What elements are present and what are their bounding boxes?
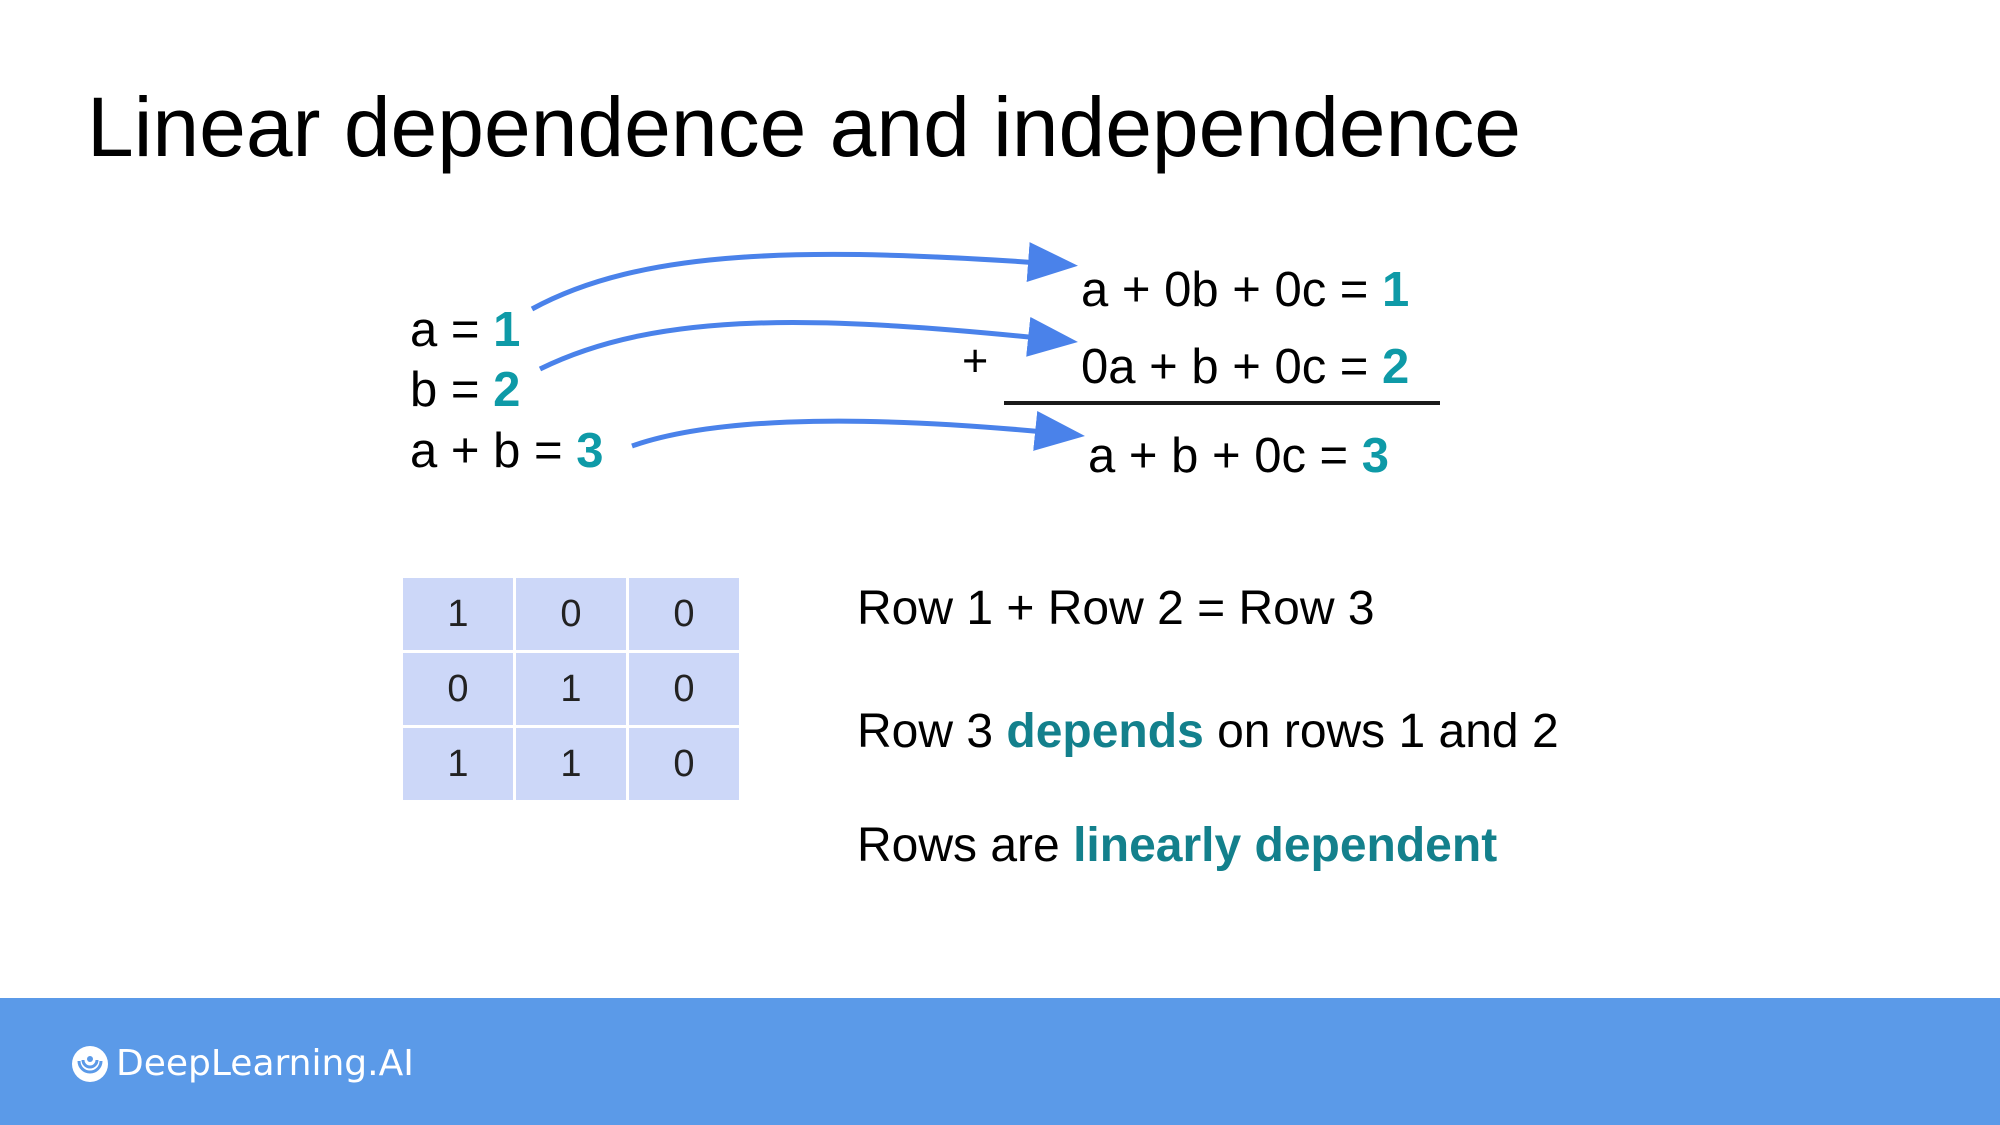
- matrix-cell: 1: [400, 575, 516, 653]
- arrow-right-curved-icon: [631, 411, 1085, 451]
- matrix-cell: 0: [626, 650, 742, 728]
- statement-text: on rows 1 and 2: [1203, 705, 1559, 758]
- deeplearning-logo-icon: [72, 1046, 108, 1082]
- matrix: 1 0 0 0 1 0 1 1 0: [400, 575, 742, 803]
- matrix-row: 0 1 0: [400, 650, 742, 728]
- matrix-cell: 1: [513, 650, 629, 728]
- depends-highlight: depends: [1006, 705, 1204, 758]
- arrows-layer: [530, 242, 1085, 451]
- matrix-cell: 1: [400, 725, 516, 803]
- matrix-row: 1 0 0: [400, 575, 742, 653]
- matrix-cell: 0: [513, 575, 629, 653]
- brand-logo: DeepLearning.AI: [70, 1044, 414, 1084]
- arrow-right-curved-icon: [538, 316, 1078, 372]
- depends-statement: Row 3 depends on rows 1 and 2: [857, 708, 1559, 756]
- statement-text: Row 3: [857, 705, 1007, 758]
- linearly-dependent-highlight: linearly dependent: [1073, 819, 1498, 872]
- matrix-cell: 0: [400, 650, 516, 728]
- matrix-row: 1 1 0: [400, 725, 742, 803]
- matrix-cell: 0: [626, 575, 742, 653]
- matrix-cell: 1: [513, 725, 629, 803]
- row-sum-statement: Row 1 + Row 2 = Row 3: [857, 582, 1375, 635]
- arrow-right-curved-icon: [530, 242, 1078, 312]
- conclusion-statement: Rows are linearly dependent: [857, 822, 1497, 870]
- brand-name: DeepLearning.AI: [116, 1043, 414, 1084]
- statement-text: Rows are: [857, 819, 1074, 872]
- matrix-cell: 0: [626, 725, 742, 803]
